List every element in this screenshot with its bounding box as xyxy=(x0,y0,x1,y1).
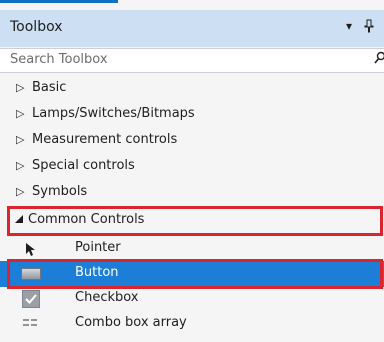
expand-arrow-icon[interactable]: ▷ xyxy=(16,159,24,172)
item-label: Checkbox xyxy=(75,290,139,305)
category-symbols[interactable]: ▷ Symbols xyxy=(0,180,384,206)
expand-arrow-icon[interactable]: ▷ xyxy=(16,81,24,94)
pin-icon[interactable] xyxy=(364,19,374,36)
expanded-triangle-glyph xyxy=(15,215,23,223)
category-special-controls[interactable]: ▷ Special controls xyxy=(0,154,384,180)
search-toolbox-input[interactable]: Search Toolbox xyxy=(0,48,384,73)
category-label: Special controls xyxy=(32,158,135,173)
expand-arrow-icon[interactable]: ▷ xyxy=(16,107,24,120)
category-label: Basic xyxy=(32,80,67,95)
button-icon xyxy=(21,268,41,280)
search-icon[interactable] xyxy=(374,51,384,71)
category-label: Measurement controls xyxy=(32,132,178,147)
pin-icon-glyph xyxy=(364,19,374,33)
toolbox-title: Toolbox xyxy=(10,19,63,35)
category-label: Common Controls xyxy=(28,212,145,227)
window-position-dropdown-icon[interactable]: ▾ xyxy=(346,19,352,33)
active-tab-indicator xyxy=(0,0,118,3)
category-label: Lamps/Switches/Bitmaps xyxy=(32,106,195,121)
toolbox-item-combo-box-array[interactable]: Combo box array xyxy=(0,311,384,337)
checkbox-icon xyxy=(22,290,40,308)
search-placeholder: Search Toolbox xyxy=(10,52,108,67)
toolbox-title-bar: Toolbox ▾ xyxy=(0,10,384,47)
toolbox-item-button[interactable]: Button xyxy=(0,261,384,287)
search-icon-glyph xyxy=(374,51,384,64)
item-label: Combo box array xyxy=(75,315,187,330)
category-basic[interactable]: ▷ Basic xyxy=(0,76,384,102)
pointer-icon xyxy=(23,241,39,257)
toolbox-item-pointer[interactable]: Pointer xyxy=(0,236,384,262)
expand-arrow-icon[interactable]: ▷ xyxy=(16,133,24,146)
top-strip xyxy=(0,0,384,6)
category-common-controls[interactable]: Common Controls xyxy=(0,208,384,234)
expand-arrow-icon[interactable]: ▷ xyxy=(16,185,24,198)
category-label: Symbols xyxy=(32,184,88,199)
category-measurement-controls[interactable]: ▷ Measurement controls xyxy=(0,128,384,154)
combo-box-icon xyxy=(22,317,38,333)
category-lamps-switches-bitmaps[interactable]: ▷ Lamps/Switches/Bitmaps xyxy=(0,102,384,128)
toolbox-item-checkbox[interactable]: Checkbox xyxy=(0,286,384,312)
item-label: Button xyxy=(75,265,119,280)
collapse-arrow-icon[interactable] xyxy=(14,214,24,227)
item-label: Pointer xyxy=(75,240,121,255)
